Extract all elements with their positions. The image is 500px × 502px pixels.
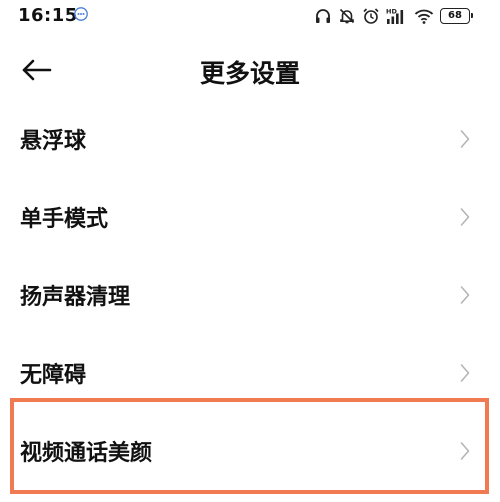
chevron-right-icon <box>460 286 470 304</box>
chevron-right-icon <box>460 130 470 148</box>
alarm-icon <box>363 8 379 24</box>
chevron-right-icon <box>460 208 470 226</box>
page-title: 更多设置 <box>199 59 300 88</box>
settings-item-video-call-beauty[interactable]: 视频通话美颜 <box>0 412 500 490</box>
header: 更多设置 <box>0 42 500 98</box>
settings-item-label: 无障碍 <box>20 363 87 388</box>
settings-item-label: 扬声器清理 <box>20 285 131 310</box>
status-icons: HD 68 <box>314 4 473 28</box>
chevron-right-icon <box>460 364 470 382</box>
battery-icon: 68 <box>440 8 473 24</box>
settings-item-speaker-cleaning[interactable]: 扬声器清理 <box>0 256 500 334</box>
wifi-icon <box>414 9 434 24</box>
settings-list: 悬浮球 单手模式 扬声器清理 无障碍 视频通话美颜 <box>0 100 500 490</box>
notification-app-icon <box>74 7 88 21</box>
settings-item-accessibility[interactable]: 无障碍 <box>0 334 500 412</box>
mute-bell-icon <box>339 8 355 24</box>
settings-item-label: 单手模式 <box>20 207 109 232</box>
status-time: 16:15 <box>18 5 78 26</box>
battery-level: 68 <box>448 10 462 21</box>
svg-text:HD: HD <box>386 8 397 16</box>
settings-item-one-handed-mode[interactable]: 单手模式 <box>0 178 500 256</box>
headphones-icon <box>316 9 330 23</box>
settings-item-label: 视频通话美颜 <box>20 441 153 466</box>
hd-signal-icon: HD <box>386 8 404 24</box>
status-bar: 16:15 HD 68 <box>0 0 500 34</box>
chevron-right-icon <box>460 442 470 460</box>
settings-item-label: 悬浮球 <box>20 129 87 154</box>
settings-item-floating-ball[interactable]: 悬浮球 <box>0 100 500 178</box>
